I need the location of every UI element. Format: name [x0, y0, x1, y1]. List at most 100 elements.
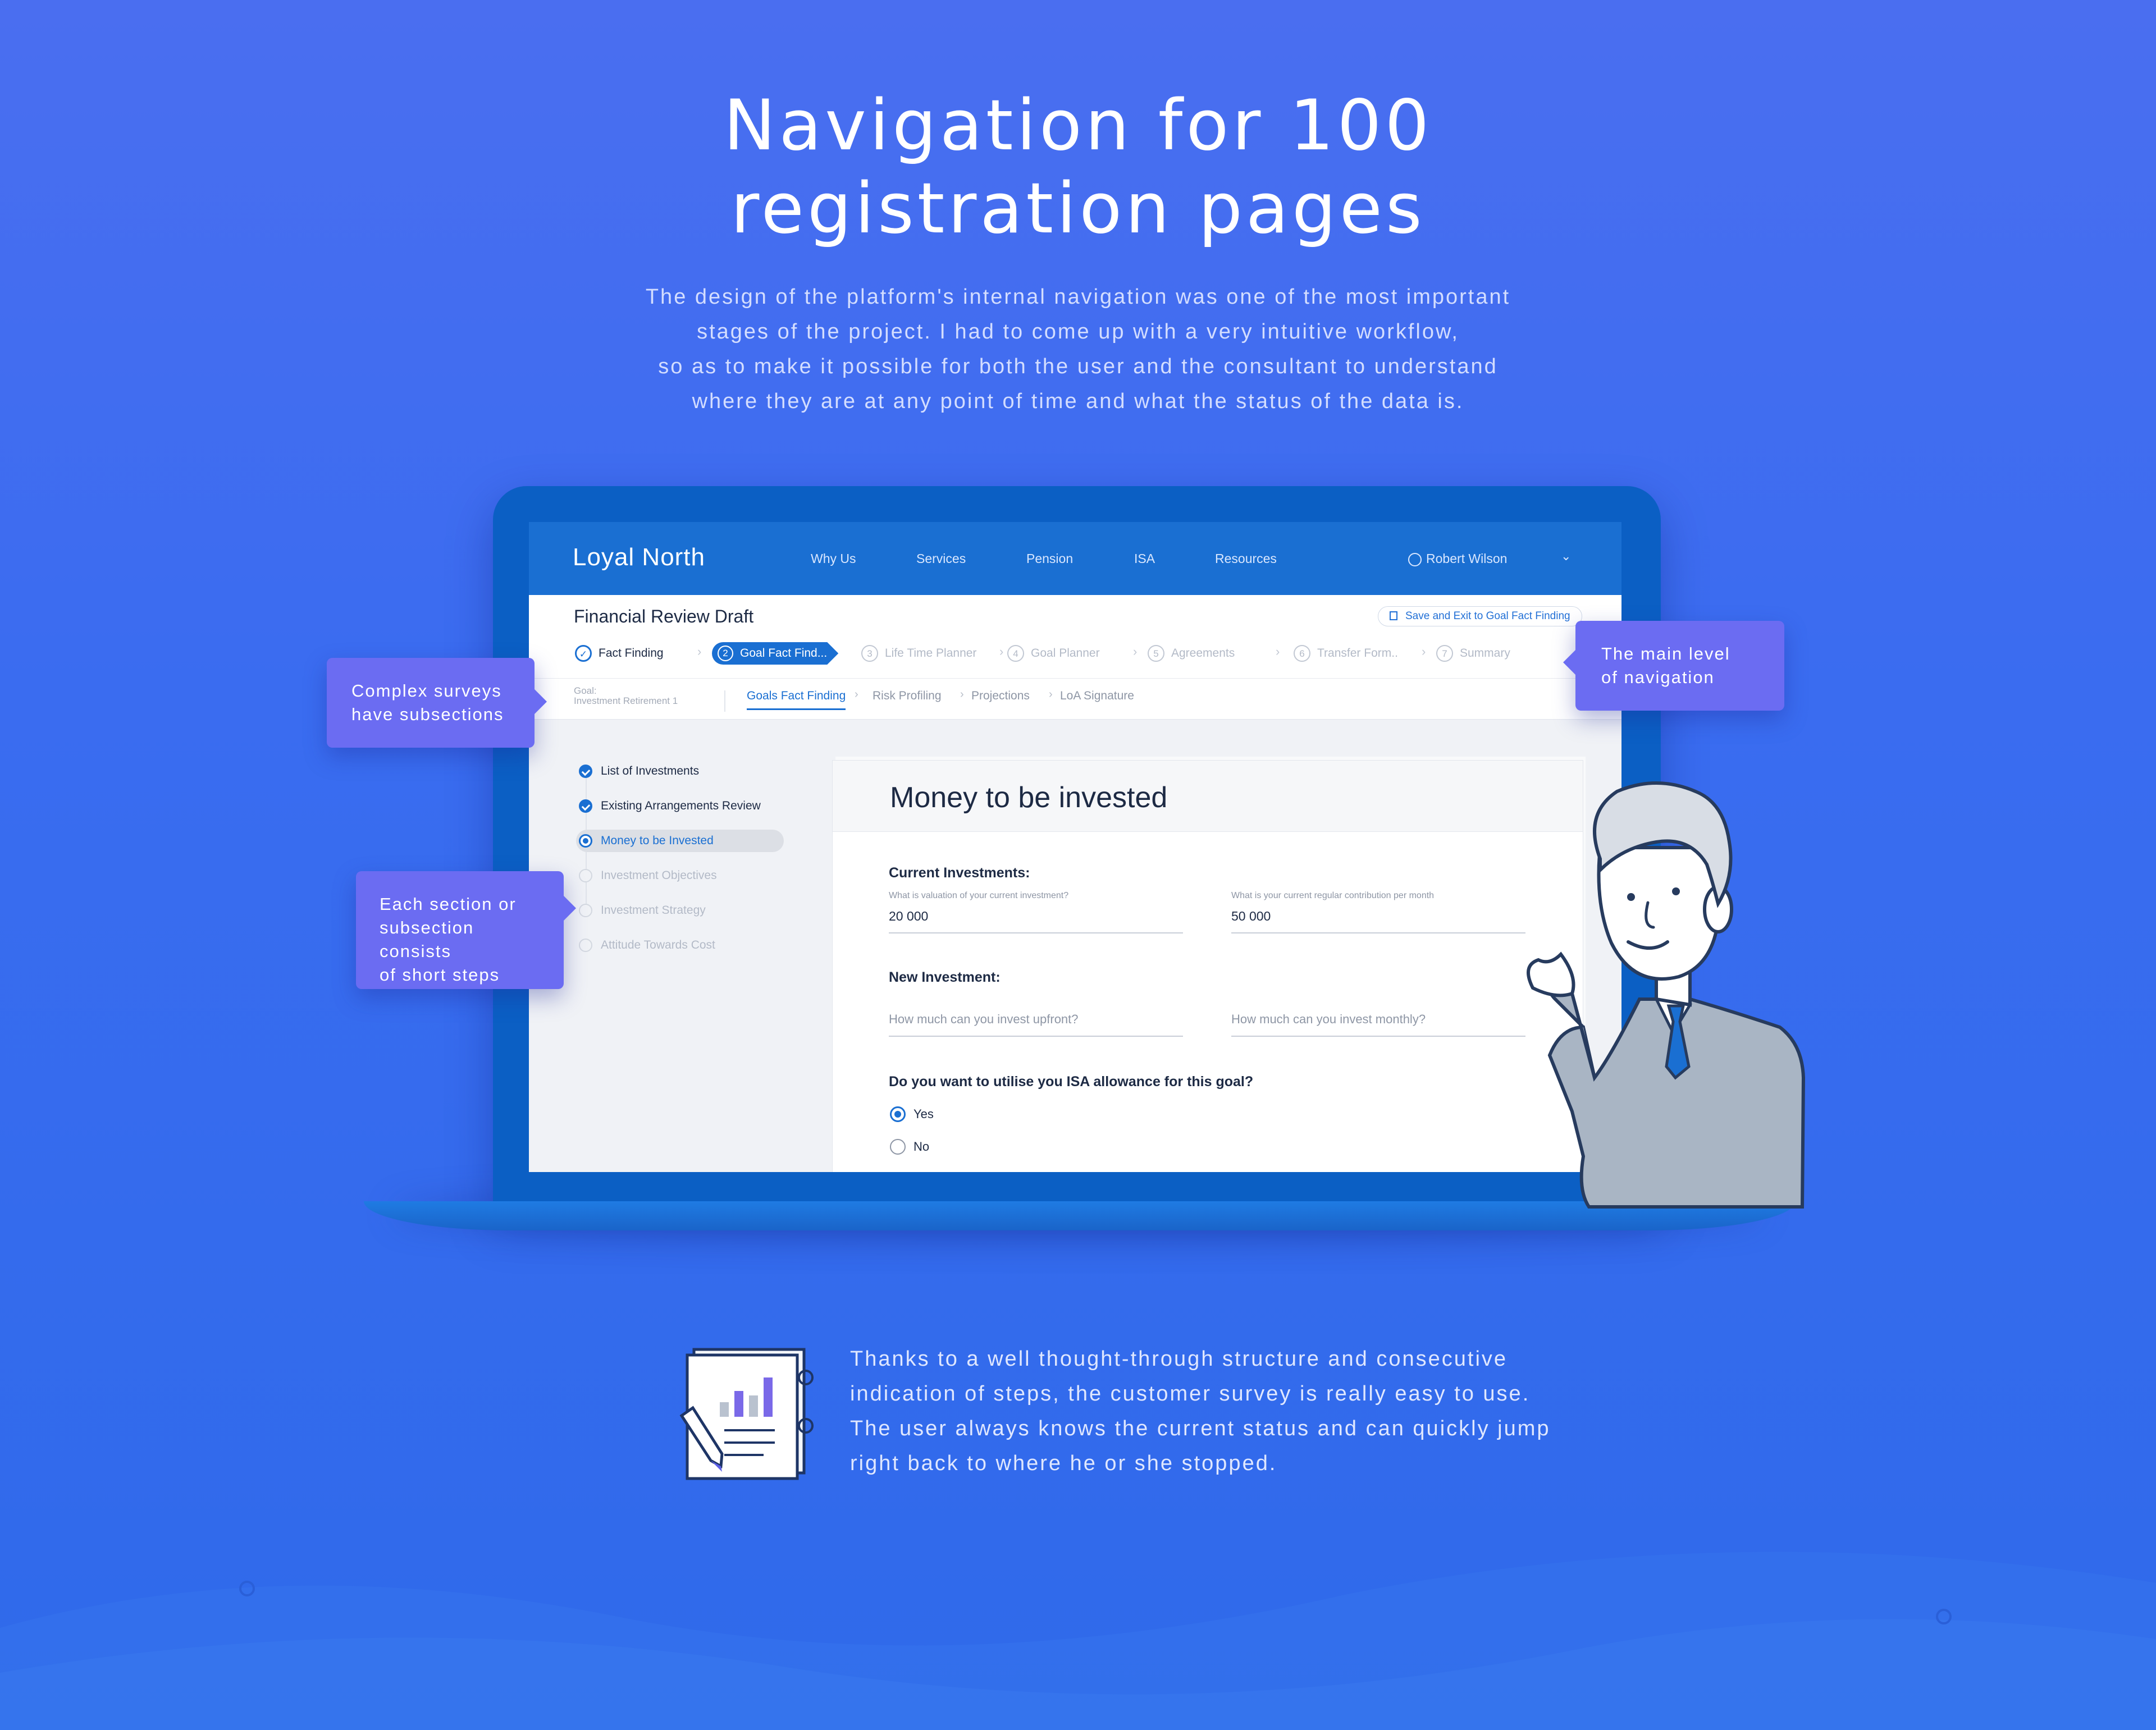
callout-line: of short steps [380, 965, 500, 985]
hero-desc-line: where they are at any point of time and … [692, 390, 1464, 413]
sidebar-item-investment-strategy[interactable]: Investment Strategy [578, 899, 706, 922]
chevron-right-icon: › [1049, 688, 1053, 701]
step-label: Goal Fact Find... [740, 647, 828, 660]
save-and-exit-button[interactable]: Save and Exit to Goal Fact Finding [1378, 606, 1582, 626]
step-label: Goal Planner [1031, 647, 1100, 660]
top-navbar: Loyal North Why Us Services Pension ISA … [529, 522, 1621, 595]
radio-label: No [913, 1139, 930, 1154]
step-fact-finding[interactable]: ✓ Fact Finding [575, 642, 664, 665]
step-life-time-planner[interactable]: 3 Life Time Planner [861, 642, 976, 665]
user-icon [1408, 553, 1422, 566]
callout-main-navigation: The main level of navigation [1563, 621, 1784, 711]
upfront-input[interactable]: How much can you invest upfront? [889, 1012, 1079, 1027]
step-label: Life Time Planner [885, 647, 977, 660]
step-number: 3 [861, 645, 878, 662]
step-label: Fact Finding [599, 647, 664, 660]
hero-title-line2: registration pages [730, 168, 1426, 249]
step-number: 4 [1007, 645, 1024, 662]
sidebar-item-investment-objectives[interactable]: Investment Objectives [578, 864, 717, 887]
current-contribution-input[interactable]: 50 000 [1231, 909, 1271, 924]
radio-no[interactable]: No [890, 1138, 929, 1156]
user-name: Robert Wilson [1426, 551, 1508, 566]
step-goal-planner[interactable]: 4 Goal Planner [1007, 642, 1100, 665]
bottom-desc-line: right back to where he or she stopped. [850, 1452, 1277, 1475]
form-title: Money to be invested [890, 781, 1168, 814]
step-label: Summary [1460, 647, 1510, 660]
nav-isa[interactable]: ISA [1134, 551, 1155, 566]
card-header: Money to be invested [833, 761, 1583, 832]
sidebar-item-list-of-investments[interactable]: List of Investments [578, 760, 699, 782]
nav-services[interactable]: Services [916, 551, 966, 566]
step-label: Transfer Form.. [1317, 647, 1398, 660]
callout-short-steps: Each section or subsection consists of s… [356, 871, 576, 989]
check-icon: ✓ [575, 645, 592, 662]
app-screen: Loyal North Why Us Services Pension ISA … [529, 522, 1621, 1172]
chevron-right-icon: › [1133, 644, 1138, 658]
sidebar-item-label: List of Investments [601, 765, 700, 777]
step-goal-fact-finding[interactable]: 2 Goal Fact Find... [712, 642, 838, 665]
chevron-right-icon: › [855, 688, 858, 701]
nav-resources[interactable]: Resources [1215, 551, 1277, 566]
tab-goals-fact-finding[interactable]: Goals Fact Finding [747, 689, 846, 710]
chevron-right-icon: › [697, 644, 702, 658]
step-label: Agreements [1171, 647, 1235, 660]
nav-why-us[interactable]: Why Us [811, 551, 856, 566]
chevron-right-icon: › [1422, 644, 1426, 658]
tab-loa-signature[interactable]: LoA Signature [1060, 689, 1134, 703]
form-card: Money to be invested Current Investments… [832, 760, 1583, 1172]
callout-line: The main level [1601, 644, 1730, 663]
nav-pension[interactable]: Pension [1026, 551, 1073, 566]
page-title: Financial Review Draft [574, 606, 754, 626]
step-number: 6 [1294, 645, 1310, 662]
sidebar-item-label: Investment Strategy [601, 904, 706, 917]
bottom-desc-line: Thanks to a well thought-through structu… [850, 1347, 1508, 1371]
chevron-right-icon: › [960, 688, 964, 701]
step-agreements[interactable]: 5 Agreements [1148, 642, 1235, 665]
step-number: 7 [1436, 645, 1453, 662]
brand-logo[interactable]: Loyal North [573, 543, 705, 571]
callout-line: subsection consists [380, 918, 474, 961]
current-investments-heading: Current Investments: [889, 865, 1030, 881]
sidebar-item-money-to-be-invested[interactable]: Money to be Invested [576, 830, 784, 852]
chevron-right-icon: › [1276, 644, 1280, 658]
field-underline [889, 1036, 1183, 1037]
step-dot-icon [579, 939, 592, 952]
field-underline [1231, 1036, 1525, 1037]
background-waves [0, 1551, 2156, 1730]
current-step-icon [579, 834, 592, 848]
step-number: 5 [1148, 645, 1164, 662]
isa-question: Do you want to utilise you ISA allowance… [889, 1074, 1254, 1090]
bottom-desc-line: indication of steps, the customer survey… [850, 1382, 1531, 1406]
sidebar-item-label: Existing Arrangements Review [601, 799, 761, 812]
sidebar-item-label: Money to be Invested [601, 834, 714, 847]
save-icon [1390, 611, 1397, 620]
callout-line: of navigation [1601, 667, 1715, 687]
field-underline [889, 932, 1183, 933]
callout-line: have subsections [351, 704, 504, 724]
current-valuation-input[interactable]: 20 000 [889, 909, 928, 924]
hero-desc-line: so as to make it possible for both the u… [658, 355, 1498, 378]
radio-empty-icon [890, 1139, 906, 1155]
monthly-input[interactable]: How much can you invest monthly? [1231, 1012, 1426, 1027]
tab-projections[interactable]: Projections [971, 689, 1030, 703]
hero-desc-line: stages of the project. I had to come up … [697, 320, 1459, 344]
step-transfer-form[interactable]: 6 Transfer Form.. [1294, 642, 1398, 665]
user-menu[interactable]: Robert Wilson [1408, 551, 1507, 566]
step-summary[interactable]: 7 Summary [1436, 642, 1510, 665]
hero-title: Navigation for 100 registration pages [0, 84, 2156, 250]
sidebar-item-existing-arrangements[interactable]: Existing Arrangements Review [578, 795, 761, 817]
step-dot-icon [579, 869, 592, 882]
goal-value: Investment Retirement 1 [574, 695, 678, 706]
step-dot-icon [579, 904, 592, 917]
sidebar-item-label: Investment Objectives [601, 869, 717, 882]
save-and-exit-label: Save and Exit to Goal Fact Finding [1405, 610, 1570, 622]
consultant-illustration [1527, 781, 1806, 1209]
divider [724, 690, 725, 712]
goal-label: Goal: Investment Retirement 1 [574, 686, 678, 706]
report-icon [679, 1348, 814, 1480]
chevron-down-icon[interactable]: ⌄ [1561, 549, 1571, 564]
tab-risk-profiling[interactable]: Risk Profiling [873, 689, 942, 703]
radio-yes[interactable]: Yes [890, 1105, 934, 1123]
sidebar-item-attitude-towards-cost[interactable]: Attitude Towards Cost [578, 934, 715, 956]
chevron-right-icon: › [999, 644, 1004, 658]
